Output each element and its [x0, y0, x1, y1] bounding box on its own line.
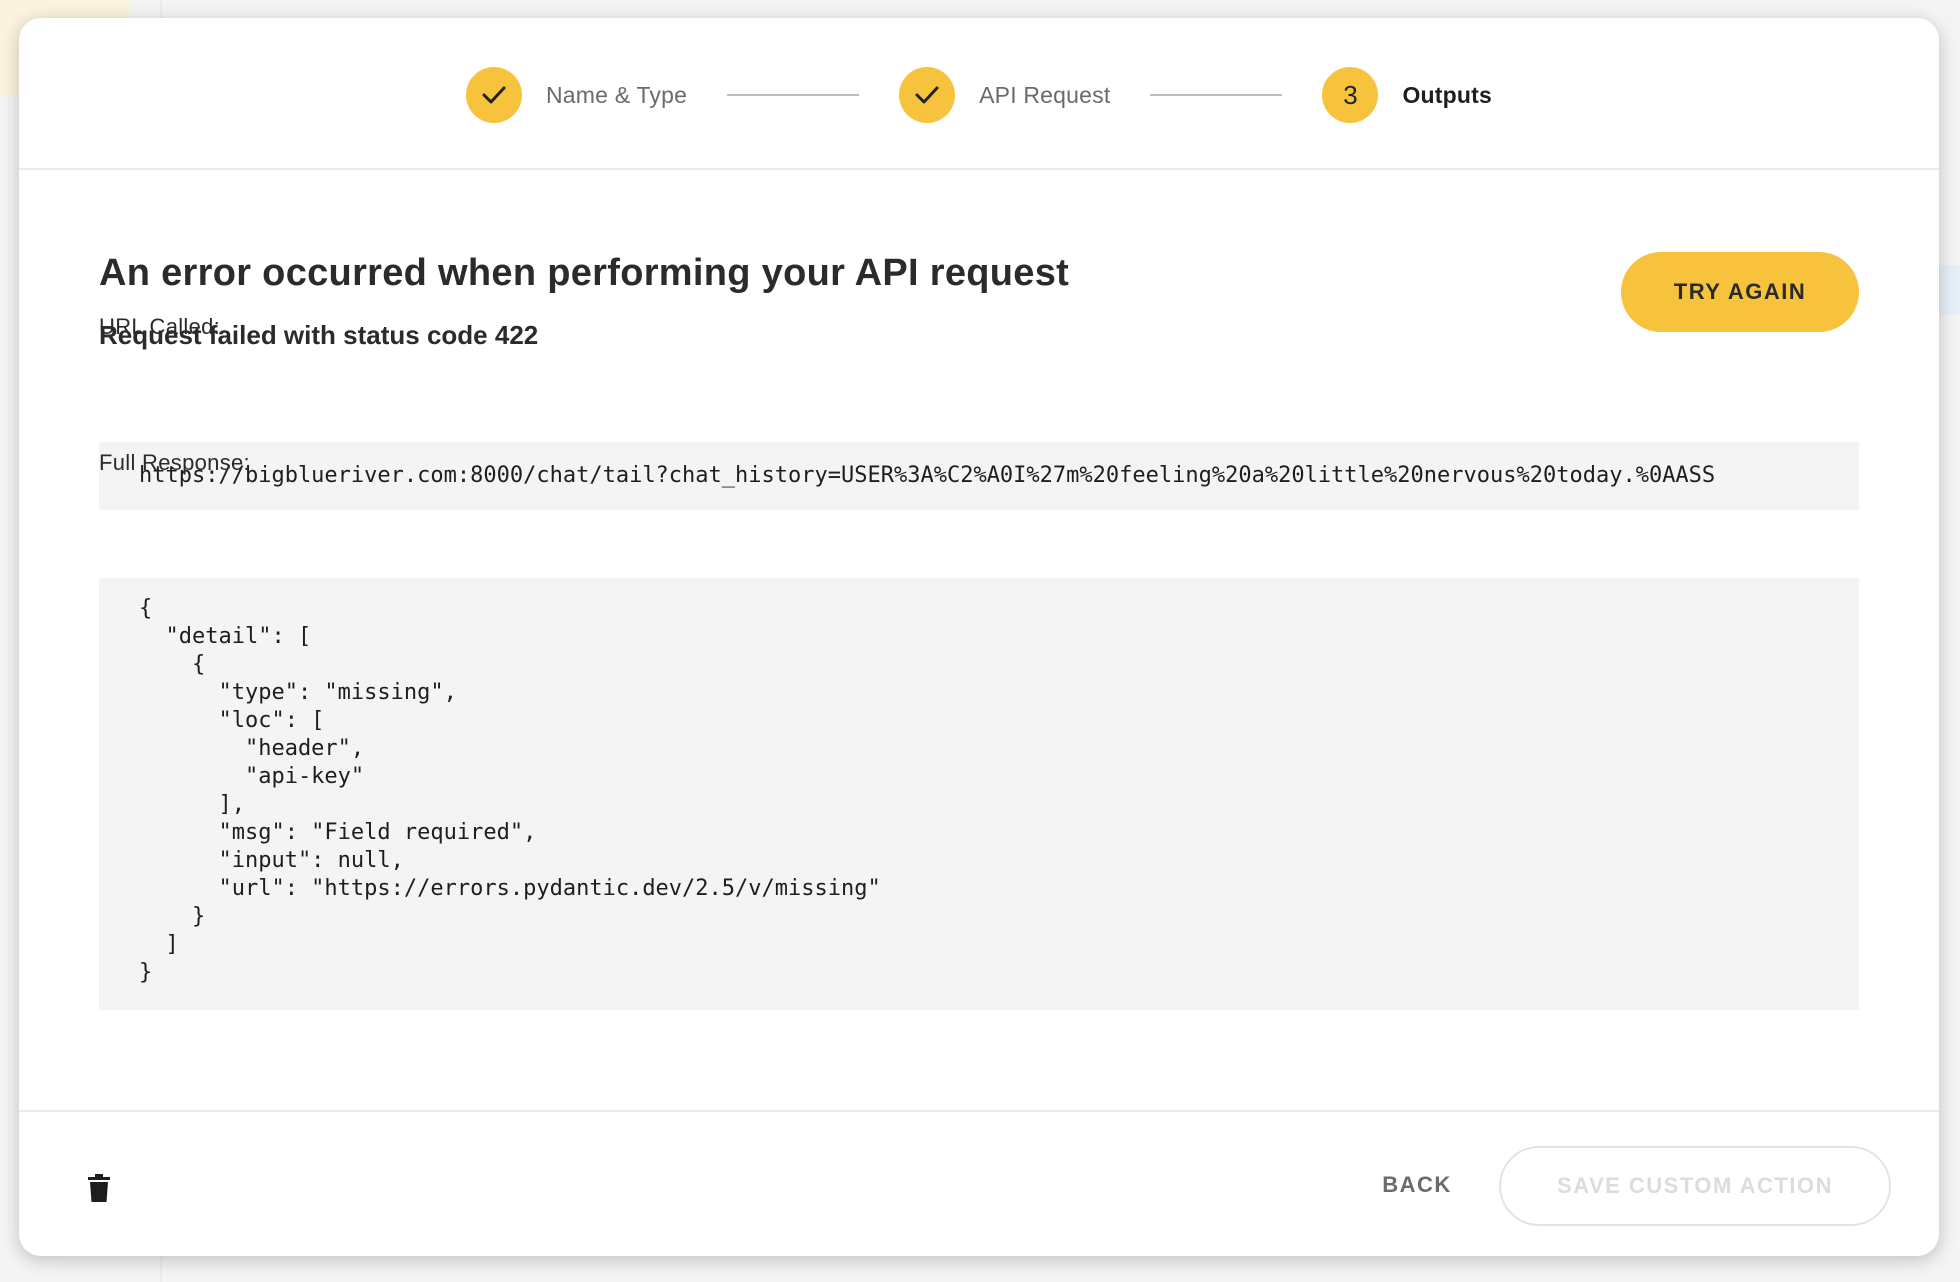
step-number: 3 [1322, 67, 1379, 123]
step-label: Name & Type [545, 81, 688, 108]
modal-footer: BACK SAVE CUSTOM ACTION [19, 1110, 1939, 1256]
url-label: URL Called: [99, 314, 221, 339]
step-api-request[interactable]: API Request [899, 67, 1110, 123]
full-response-body[interactable]: { "detail": [ { "type": "missing", "loc"… [99, 578, 1859, 1010]
step-name-type[interactable]: Name & Type [465, 67, 688, 123]
step-connector [727, 94, 860, 96]
check-icon [465, 67, 522, 123]
save-custom-action-button[interactable]: SAVE CUSTOM ACTION [1499, 1146, 1891, 1226]
custom-action-modal: Name & Type API Request 3 Outputs An err… [19, 18, 1939, 1256]
step-label: Outputs [1402, 81, 1492, 108]
step-outputs[interactable]: 3 Outputs [1322, 67, 1492, 123]
stepper: Name & Type API Request 3 Outputs [19, 18, 1939, 170]
response-label: Full Response: [99, 450, 250, 475]
url-called-value[interactable]: https://bigblueriver.com:8000/chat/tail?… [99, 442, 1859, 510]
step-label: API Request [979, 81, 1111, 108]
background-selected-row [1938, 265, 1960, 315]
step-connector [1150, 94, 1283, 96]
back-button[interactable]: BACK [1357, 1160, 1477, 1210]
error-title: An error occurred when performing your A… [99, 252, 1070, 294]
try-again-button[interactable]: TRY AGAIN [1621, 252, 1859, 332]
check-icon [899, 67, 956, 123]
trash-icon[interactable] [88, 1174, 110, 1202]
